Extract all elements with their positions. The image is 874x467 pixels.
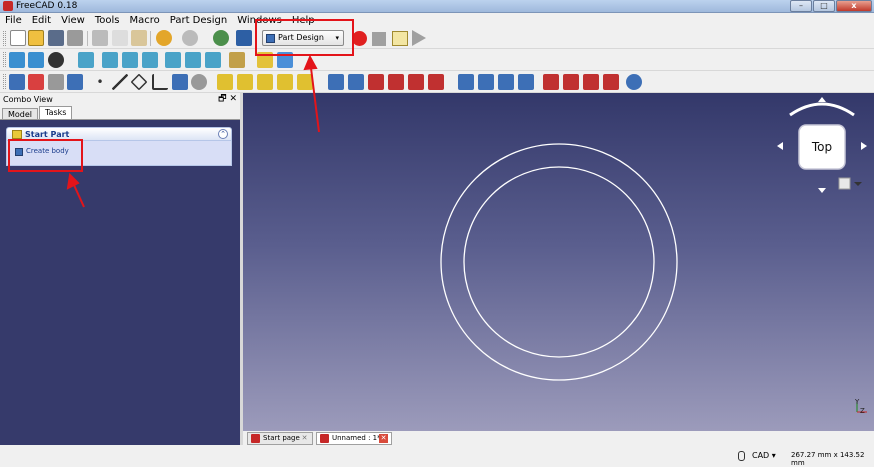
annotation-arrows <box>66 54 320 208</box>
arrowhead-icon <box>66 172 80 190</box>
arrow-to-create-body <box>73 184 85 208</box>
arrow-to-workbench <box>310 67 320 133</box>
arrowhead-icon <box>303 54 318 71</box>
